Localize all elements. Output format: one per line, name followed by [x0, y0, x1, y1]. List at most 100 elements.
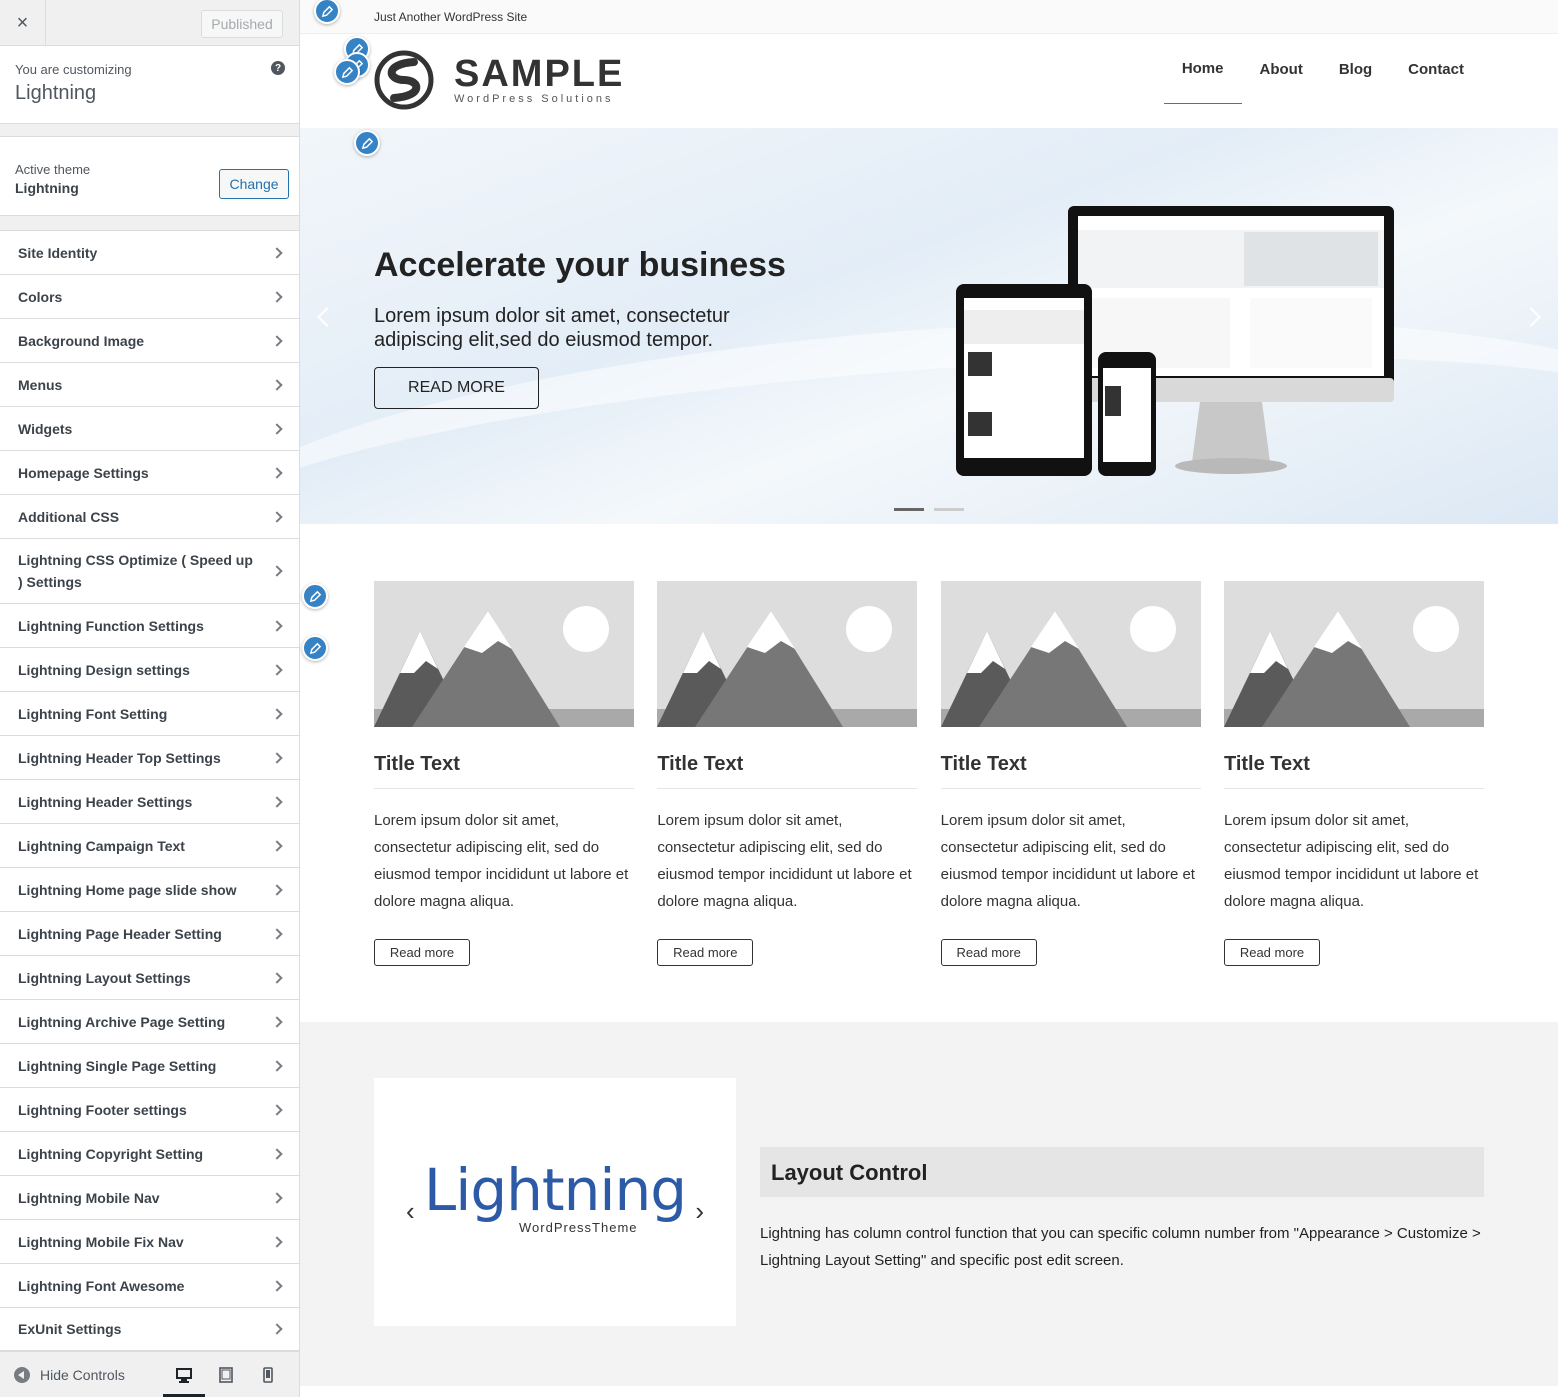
customizer-section-menus[interactable]: Menus [0, 363, 299, 407]
section-label: Lightning Home page slide show [18, 881, 237, 898]
header-top-bar: Just Another WordPress Site [300, 0, 1558, 34]
customizer-section-lightning-single-page-setting[interactable]: Lightning Single Page Setting [0, 1044, 299, 1088]
customizer-section-lightning-home-page-slide-show[interactable]: Lightning Home page slide show [0, 868, 299, 912]
help-icon[interactable]: ? [271, 61, 285, 75]
mountain-image-icon [940, 581, 1201, 727]
customizer-section-background-image[interactable]: Background Image [0, 319, 299, 363]
edit-shortcut-header[interactable] [334, 59, 360, 85]
customizer-section-lightning-design-settings[interactable]: Lightning Design settings [0, 648, 299, 692]
change-theme-button[interactable]: Change [219, 169, 289, 199]
chevron-right-icon [271, 927, 283, 940]
chevron-right-icon [271, 1015, 283, 1028]
card-read-more-button[interactable]: Read more [657, 939, 754, 966]
customizer-section-exunit-settings[interactable]: ExUnit Settings [0, 1308, 299, 1351]
customizer-sections: Site Identity Colors Background Image Menus… [0, 230, 299, 1351]
customizer-section-lightning-archive-page-setting[interactable]: Lightning Archive Page Setting [0, 1000, 299, 1044]
customizer-section-lightning-layout-settings[interactable]: Lightning Layout Settings [0, 956, 299, 1000]
edit-shortcut-widget[interactable] [302, 583, 328, 609]
mountain-image-icon [1223, 581, 1484, 727]
card-image-placeholder [1223, 581, 1484, 727]
section-label: Lightning Archive Page Setting [18, 1013, 226, 1030]
customizer-section-colors[interactable]: Colors [0, 275, 299, 319]
logo-subtitle: WordPress Solutions [454, 93, 614, 105]
section-label: Widgets [18, 420, 73, 437]
customizer-section-lightning-css-optimize-speed-up-settings[interactable]: Lightning CSS Optimize ( Speed up ) Sett… [0, 539, 299, 604]
collapse-icon [14, 1366, 30, 1383]
customizer-section-widgets[interactable]: Widgets [0, 407, 299, 451]
card-text: Lorem ipsum dolor sit amet, consectetur … [657, 812, 912, 910]
slider-pagination [894, 508, 964, 511]
card-read-more-button[interactable]: Read more [1223, 939, 1320, 966]
customizer-section-lightning-header-settings[interactable]: Lightning Header Settings [0, 780, 299, 824]
nav-contact[interactable]: Contact [1390, 34, 1482, 104]
section-label: Lightning Layout Settings [18, 969, 191, 986]
site-logo[interactable]: SAMPLE WordPress Solutions [374, 50, 624, 110]
section-label: Colors [18, 288, 63, 305]
section-label: Site Identity [18, 244, 98, 261]
customizer-section-lightning-function-settings[interactable]: Lightning Function Settings [0, 604, 299, 648]
pencil-icon [341, 66, 353, 78]
chevron-right-icon [271, 883, 283, 896]
section-label: Lightning Font Awesome [18, 1277, 185, 1294]
card-grid: Title Text Lorem ipsum dolor sit amet, co… [374, 581, 1484, 966]
customizer-section-additional-css[interactable]: Additional CSS [0, 495, 299, 539]
nav-blog[interactable]: Blog [1321, 34, 1390, 104]
customizer-section-lightning-copyright-setting[interactable]: Lightning Copyright Setting [0, 1132, 299, 1176]
active-theme-panel: Active theme Lightning Change [0, 136, 299, 216]
chevron-right-icon [271, 1191, 283, 1204]
chevron-right-icon [271, 565, 283, 577]
mobile-icon [263, 1367, 273, 1383]
card: Title Text Lorem ipsum dolor sit amet, co… [657, 581, 918, 966]
nav-home[interactable]: Home [1163, 34, 1242, 104]
card-read-more-button[interactable]: Read more [940, 939, 1037, 966]
site-name: Lightning [15, 82, 97, 104]
customizer-section-lightning-font-setting[interactable]: Lightning Font Setting [0, 692, 299, 736]
sidebar-header: × Published [0, 0, 299, 46]
slider-dot[interactable] [894, 508, 924, 511]
section-label: Lightning Header Settings [18, 793, 193, 810]
section-label: Additional CSS [18, 508, 120, 525]
hero-read-more-button[interactable]: READ MORE [374, 367, 539, 409]
chevron-right-icon [271, 1103, 283, 1116]
nav-about[interactable]: About [1242, 34, 1321, 104]
customizer-section-lightning-footer-settings[interactable]: Lightning Footer settings [0, 1088, 299, 1132]
slider-next-arrow-icon[interactable] [1521, 307, 1541, 327]
customizer-section-lightning-font-awesome[interactable]: Lightning Font Awesome [0, 1264, 299, 1308]
customizer-section-lightning-mobile-nav[interactable]: Lightning Mobile Nav [0, 1176, 299, 1220]
customizer-section-lightning-page-header-setting[interactable]: Lightning Page Header Setting [0, 912, 299, 956]
edit-shortcut-slider[interactable] [354, 130, 380, 156]
edit-shortcut-widget[interactable] [302, 635, 328, 661]
desktop-icon [176, 1367, 192, 1383]
card-text: Lorem ipsum dolor sit amet, consectetur … [1223, 812, 1479, 910]
desktop-preview-button[interactable] [163, 1352, 205, 1397]
hide-controls-button[interactable]: Hide Controls [14, 1366, 125, 1383]
card-image-placeholder [374, 581, 634, 727]
section-label: Lightning Copyright Setting [18, 1145, 204, 1162]
lightning-wordmark: Lightning WordPressTheme [374, 1160, 736, 1235]
customizer-section-lightning-campaign-text[interactable]: Lightning Campaign Text [0, 824, 299, 868]
card-text: Lorem ipsum dolor sit amet, consectetur … [940, 812, 1195, 910]
section-label: Lightning Footer settings [18, 1101, 187, 1118]
section-label: Lightning Mobile Nav [18, 1189, 160, 1206]
customizer-section-site-identity[interactable]: Site Identity [0, 231, 299, 275]
chevron-right-icon [271, 1323, 283, 1335]
mobile-preview-button[interactable] [247, 1352, 289, 1397]
customizer-section-lightning-header-top-settings[interactable]: Lightning Header Top Settings [0, 736, 299, 780]
section-label: Homepage Settings [18, 464, 149, 481]
chevron-right-icon [271, 839, 283, 852]
chevron-right-icon [271, 1059, 283, 1072]
card: Title Text Lorem ipsum dolor sit amet, co… [374, 581, 634, 966]
publish-button[interactable]: Published [201, 10, 283, 38]
chevron-right-icon [271, 751, 283, 764]
card-read-more-button[interactable]: Read more [374, 939, 470, 966]
slider-prev-arrow-icon[interactable] [317, 307, 337, 327]
close-button[interactable]: × [0, 0, 46, 46]
customizer-section-lightning-mobile-fix-nav[interactable]: Lightning Mobile Fix Nav [0, 1220, 299, 1264]
tablet-preview-button[interactable] [205, 1352, 247, 1397]
chevron-right-icon [271, 334, 283, 347]
customizer-section-homepage-settings[interactable]: Homepage Settings [0, 451, 299, 495]
site-tagline: Just Another WordPress Site [374, 10, 528, 24]
card: Title Text Lorem ipsum dolor sit amet, co… [940, 581, 1201, 966]
slider-dot[interactable] [934, 508, 964, 511]
customizing-info: You are customizing Lightning ? [0, 46, 299, 124]
